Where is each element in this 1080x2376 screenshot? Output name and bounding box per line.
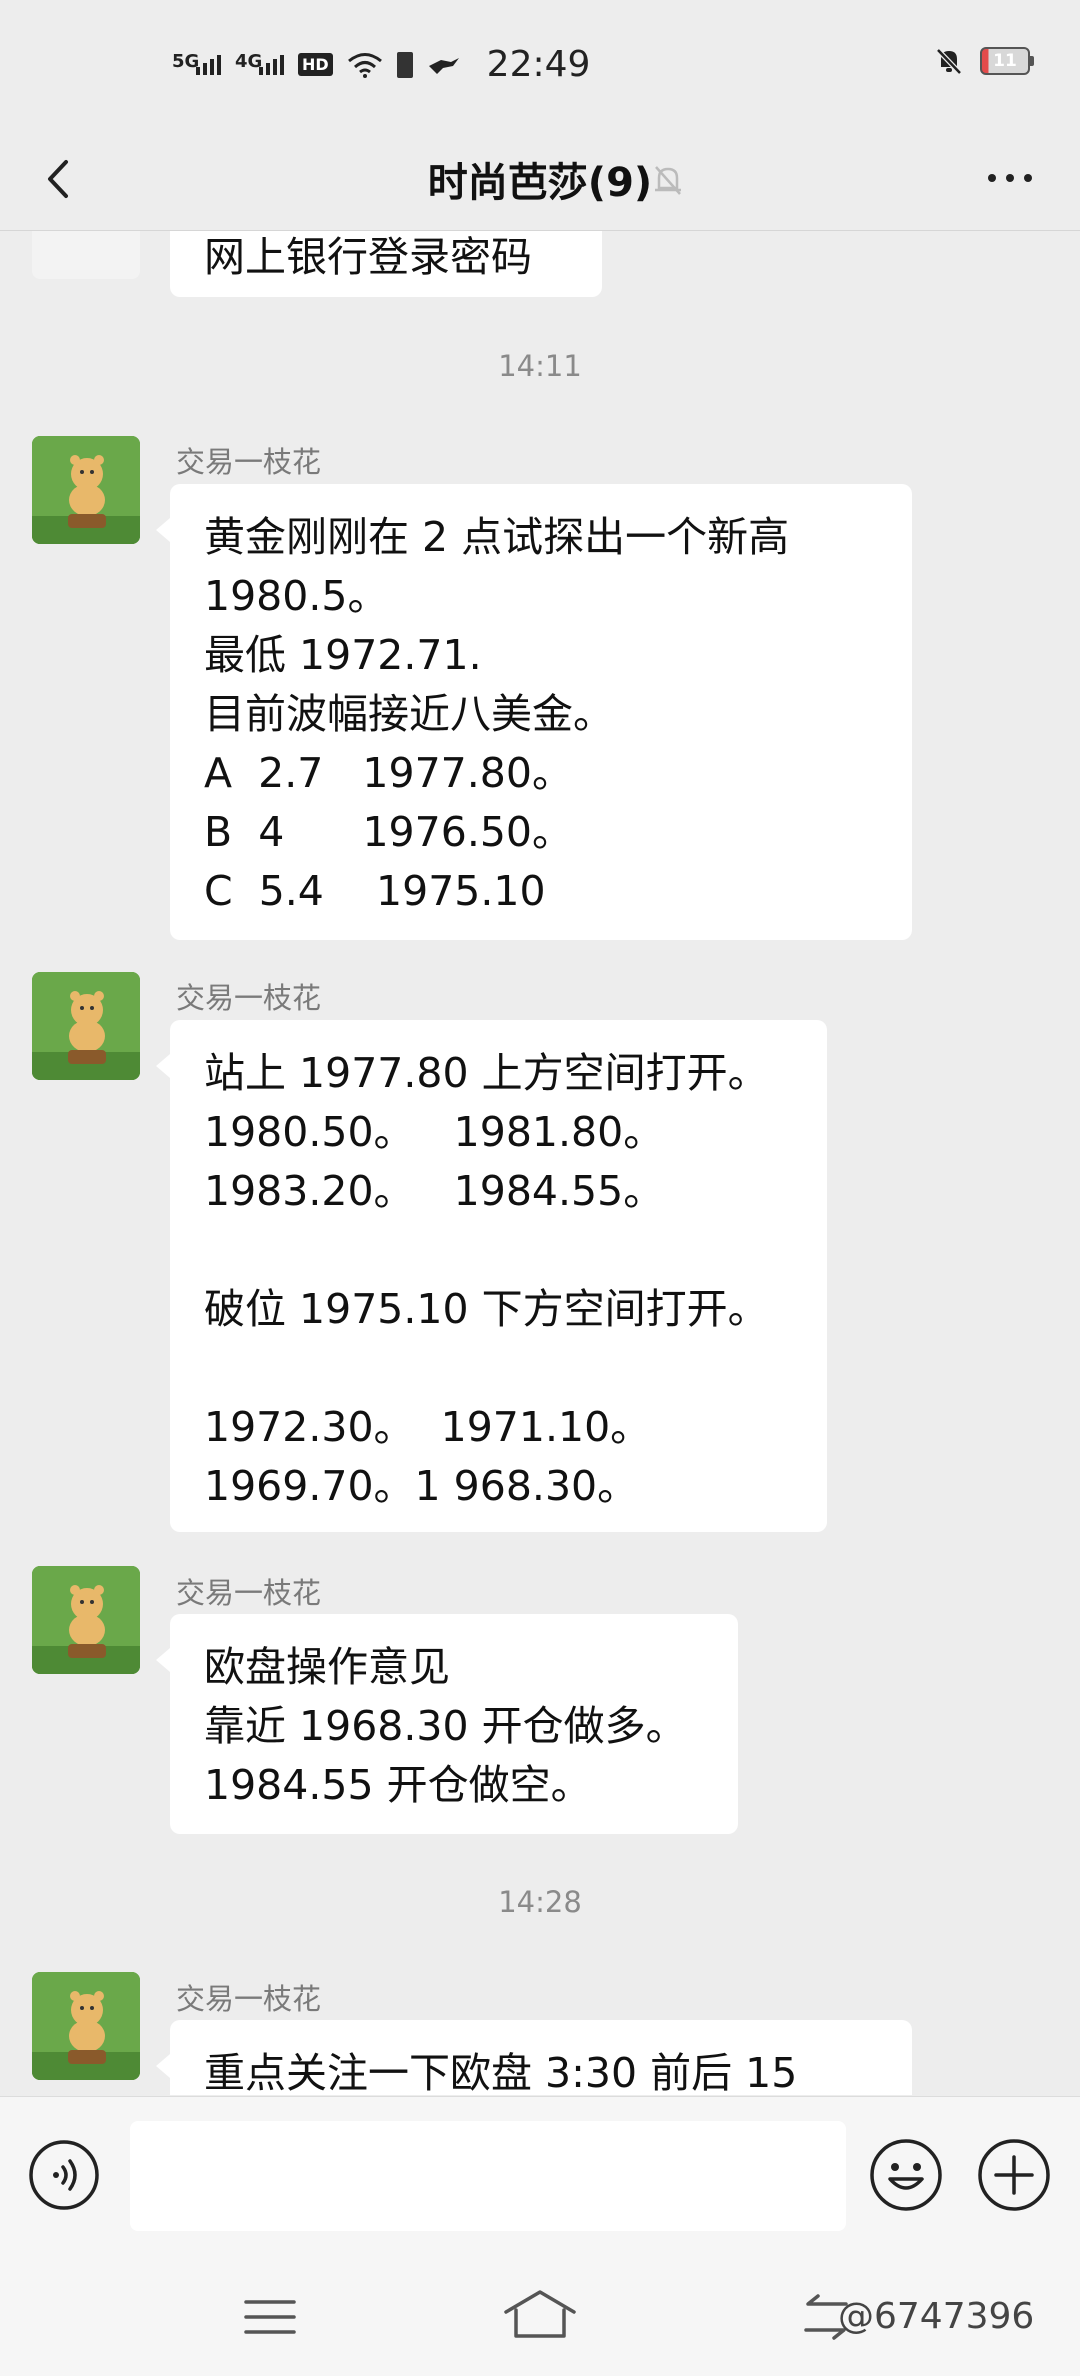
home-icon[interactable] bbox=[500, 2286, 580, 2342]
avatar[interactable] bbox=[32, 1972, 140, 2080]
system-nav-bar: @6747396 bbox=[0, 2256, 1080, 2376]
chat-header: 时尚芭莎(9) bbox=[0, 130, 1080, 231]
wifi-icon bbox=[347, 52, 382, 78]
message-bubble[interactable]: 欧盘操作意见 靠近 1968.30 开仓做多。 1984.55 开仓做空。 bbox=[156, 1614, 738, 1834]
status-left: 5G 4G HD 22:49 bbox=[172, 44, 590, 85]
sender-name: 交易一枝花 bbox=[176, 1576, 322, 1610]
input-bar bbox=[0, 2096, 1080, 2257]
timestamp: 14:11 bbox=[498, 349, 582, 383]
app-notification-icon bbox=[428, 57, 459, 74]
status-bar: 5G 4G HD 22:49 11 bbox=[0, 0, 1080, 130]
hd-icon: HD bbox=[298, 53, 333, 76]
avatar[interactable] bbox=[32, 436, 140, 544]
signal-4g-icon: 4G bbox=[235, 51, 284, 75]
status-right: 11 bbox=[934, 46, 1034, 76]
timestamp: 14:28 bbox=[498, 1885, 582, 1919]
message-input[interactable] bbox=[130, 2121, 846, 2231]
bear-avatar-image bbox=[32, 436, 140, 544]
sender-name: 交易一枝花 bbox=[176, 981, 322, 1015]
more-dots-icon[interactable] bbox=[980, 158, 1040, 198]
bear-avatar-image bbox=[32, 1972, 140, 2080]
battery-icon: 11 bbox=[980, 47, 1034, 75]
sender-name: 交易一枝花 bbox=[176, 445, 322, 479]
menu-icon[interactable] bbox=[240, 2292, 300, 2342]
bear-avatar-image bbox=[32, 1566, 140, 1674]
avatar[interactable] bbox=[32, 1566, 140, 1674]
watermark-text: @6747396 bbox=[838, 2296, 1035, 2337]
message-bubble[interactable]: 重点关注一下欧盘 3:30 前后 15 bbox=[156, 2020, 912, 2095]
chat-title: 时尚芭莎(9) bbox=[427, 160, 653, 206]
avatar[interactable] bbox=[32, 972, 140, 1080]
voice-icon[interactable] bbox=[28, 2139, 100, 2211]
battery-saver-icon bbox=[396, 51, 413, 78]
message-bubble[interactable]: 网上银行登录密码 bbox=[170, 231, 602, 297]
sender-name: 交易一枝花 bbox=[176, 1982, 322, 2016]
message-bubble[interactable]: 站上 1977.80 上方空间打开。 1980.50。 1981.80。 198… bbox=[156, 1020, 827, 1532]
bear-avatar-image bbox=[32, 972, 140, 1080]
signal-5g-icon: 5G bbox=[172, 51, 221, 75]
avatar[interactable] bbox=[32, 231, 140, 279]
emoji-icon[interactable] bbox=[868, 2137, 944, 2213]
message-list[interactable]: 网上银行登录密码 14:11 交易一枝花 黄金刚刚在 2 点试探出一个新高 19… bbox=[0, 231, 1080, 2095]
clock: 22:49 bbox=[486, 44, 591, 85]
plus-icon[interactable] bbox=[976, 2137, 1052, 2213]
message-bubble[interactable]: 黄金刚刚在 2 点试探出一个新高 1980.5。 最低 1972.71. 目前波… bbox=[156, 484, 912, 940]
bell-off-icon bbox=[655, 166, 681, 195]
silent-icon bbox=[936, 48, 962, 75]
